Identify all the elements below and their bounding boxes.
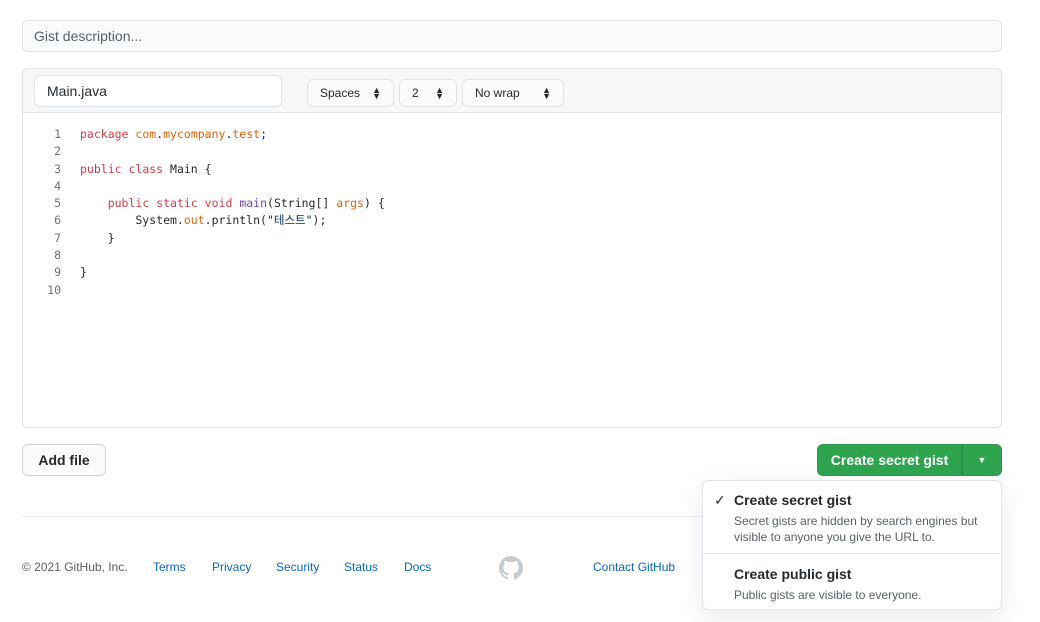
code-line: 6 System.out.println("테스트"); bbox=[23, 212, 1001, 229]
add-file-button[interactable]: Add file bbox=[22, 444, 106, 476]
create-secret-gist-button[interactable]: Create secret gist bbox=[817, 444, 962, 476]
line-number: 8 bbox=[54, 248, 61, 263]
dropdown-item-description: Public gists are visible to everyone. bbox=[734, 588, 922, 602]
footer-link-security[interactable]: Security bbox=[276, 560, 319, 574]
code-line: 5 public static void main(String[] args)… bbox=[23, 195, 1001, 212]
create-options-caret-icon[interactable]: ▼ bbox=[962, 444, 1002, 476]
footer-link-status[interactable]: Status bbox=[344, 560, 378, 574]
code-line: 9} bbox=[23, 264, 1001, 281]
line-number: 6 bbox=[54, 213, 61, 228]
wrap-mode-value: No wrap bbox=[475, 86, 520, 100]
code-line: 8 bbox=[23, 247, 1001, 264]
filename-input[interactable] bbox=[34, 75, 282, 107]
code-line: 1 package com.mycompany.test; bbox=[23, 126, 1001, 143]
indent-size-select[interactable]: 2 ▲ ▼ bbox=[399, 79, 457, 107]
code-text: System.out.println("테스트"); bbox=[80, 213, 327, 228]
line-number: 1 bbox=[54, 127, 61, 141]
code-text: } bbox=[80, 265, 87, 280]
code-line: 2 bbox=[23, 143, 1001, 160]
footer-link-terms[interactable]: Terms bbox=[153, 560, 186, 574]
code-line: 4 bbox=[23, 178, 1001, 195]
code-line: 3 public class Main { bbox=[23, 161, 1001, 178]
code-line: 7 } bbox=[23, 230, 1001, 247]
wrap-mode-select[interactable]: No wrap ▲ ▼ bbox=[462, 79, 564, 107]
gist-description-input[interactable] bbox=[22, 20, 1002, 52]
code-line: 10 bbox=[23, 282, 1001, 299]
file-editor: Spaces ▲▼ 2 ▲▼ No wrap ▲▼ 1 package com.m… bbox=[22, 68, 1002, 428]
footer-link-contact[interactable]: Contact GitHub bbox=[593, 560, 675, 574]
footer-divider bbox=[22, 516, 702, 517]
select-caret-icon: ▲ ▼ bbox=[372, 85, 381, 101]
github-logo-icon[interactable] bbox=[499, 556, 523, 580]
line-number: 7 bbox=[54, 230, 61, 245]
select-caret-icon: ▲ ▼ bbox=[542, 85, 551, 101]
create-gist-dropdown: ✓ Create secret gist Secret gists are hi… bbox=[702, 480, 1002, 610]
line-number: 2 bbox=[54, 144, 61, 159]
file-header: Spaces ▲▼ 2 ▲▼ No wrap ▲▼ bbox=[23, 69, 1001, 113]
indent-size-value: 2 bbox=[412, 86, 419, 100]
create-gist-button-group: Create secret gist ▼ bbox=[817, 444, 1002, 476]
check-icon: ✓ bbox=[714, 492, 726, 508]
indent-mode-select[interactable]: Spaces ▲ ▼ bbox=[307, 79, 394, 107]
dropdown-item-description: Secret gists are hidden by search engine… bbox=[734, 514, 978, 544]
footer-link-privacy[interactable]: Privacy bbox=[212, 560, 251, 574]
line-number: 3 bbox=[54, 161, 61, 176]
dropdown-item-title: Create secret gist bbox=[734, 492, 852, 508]
line-number: 10 bbox=[47, 282, 61, 297]
footer-copyright: © 2021 GitHub, Inc. bbox=[22, 560, 128, 574]
code-editor[interactable]: 1 package com.mycompany.test; 2 3 public cla… bbox=[23, 113, 1001, 427]
dropdown-item-title: Create public gist bbox=[734, 566, 852, 582]
select-caret-icon: ▲ ▼ bbox=[435, 85, 444, 101]
code-text: package com.mycompany.test; bbox=[80, 127, 268, 141]
line-number: 4 bbox=[54, 178, 61, 193]
indent-mode-value: Spaces bbox=[320, 86, 361, 100]
code-text: public static void main(String[] args) { bbox=[107, 196, 385, 211]
dropdown-item-public[interactable]: Create public gist Public gists are visi… bbox=[703, 554, 1001, 611]
dropdown-item-secret[interactable]: ✓ Create secret gist Secret gists are hi… bbox=[703, 481, 1001, 554]
line-number: 5 bbox=[54, 196, 61, 211]
line-number: 9 bbox=[54, 265, 61, 280]
code-text: } bbox=[80, 230, 115, 245]
code-text: public class Main { bbox=[80, 161, 212, 176]
footer-link-docs[interactable]: Docs bbox=[404, 560, 431, 574]
